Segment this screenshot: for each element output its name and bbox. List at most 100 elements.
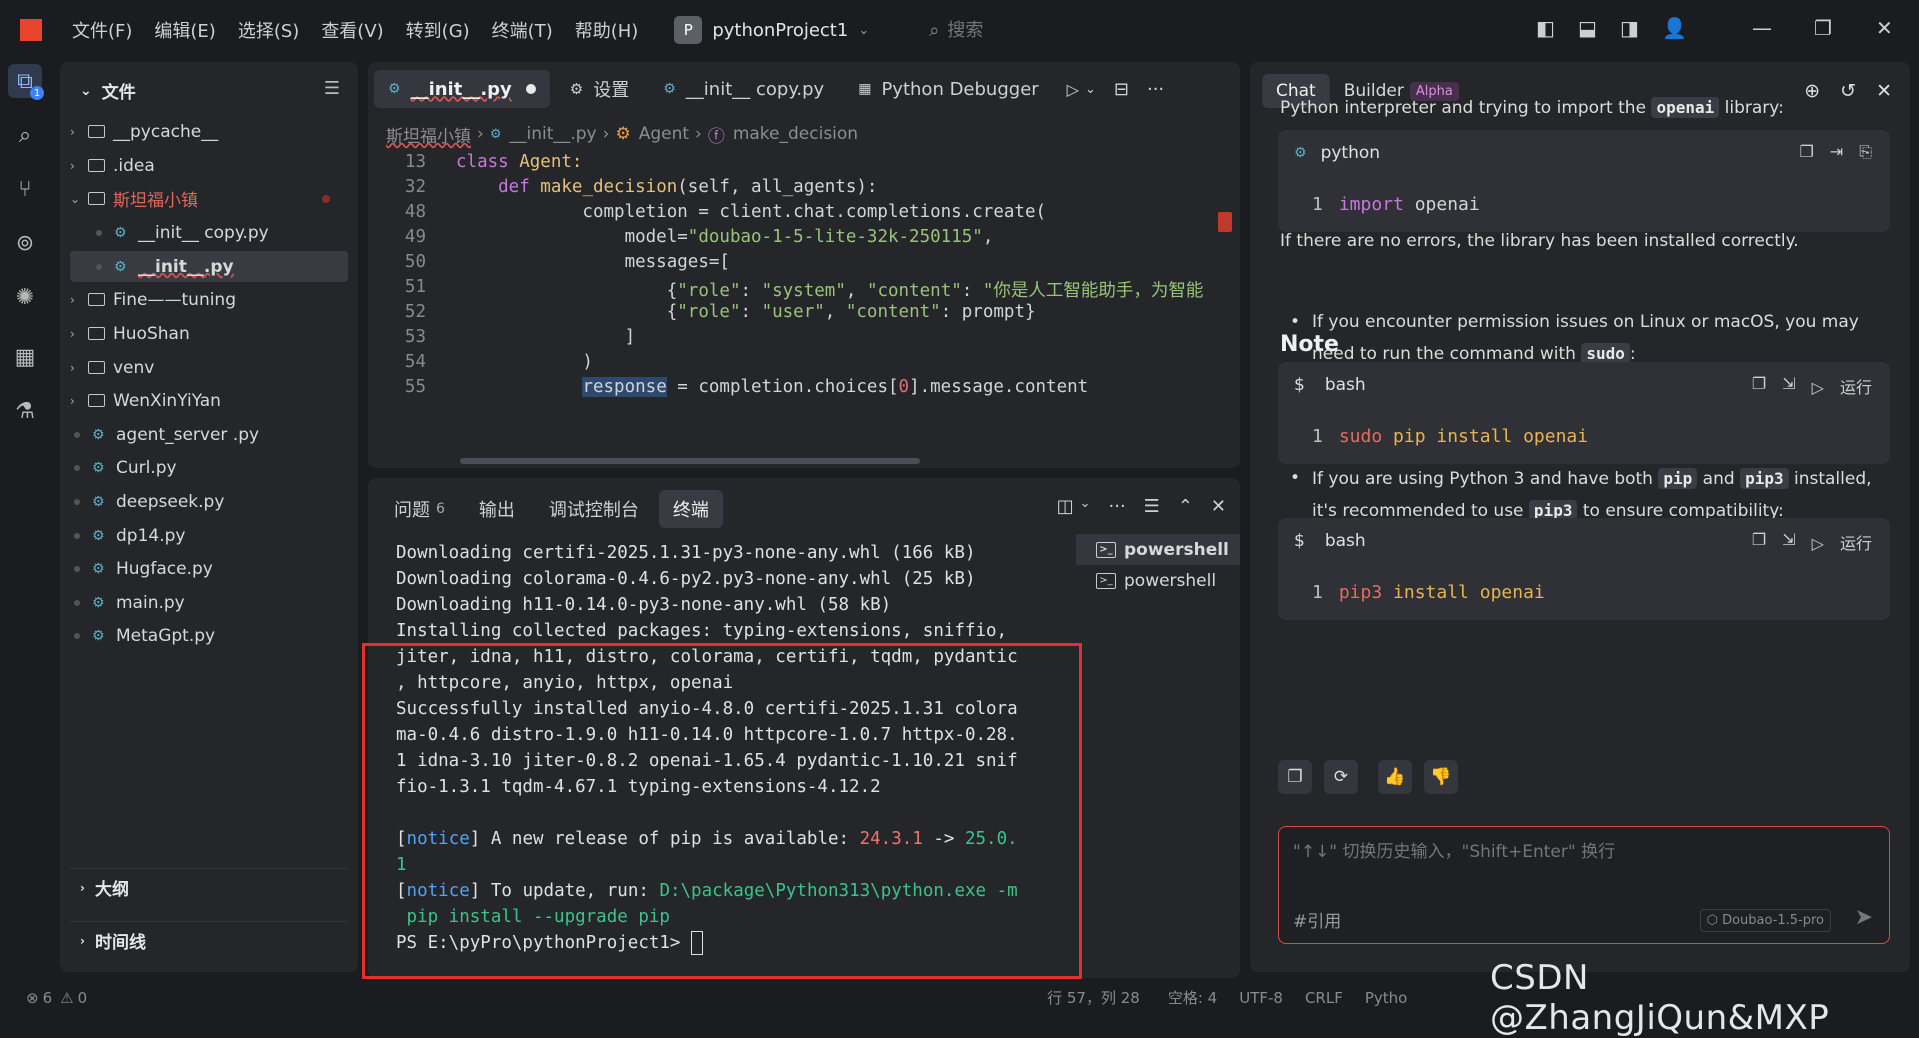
tree-folder-stanford-town[interactable]: ⌄ 斯坦福小镇 xyxy=(70,183,348,214)
thumbs-up-icon[interactable]: 👍 xyxy=(1378,760,1412,794)
breadcrumb-method[interactable]: make_decision xyxy=(733,124,858,144)
tab-python-debugger[interactable]: ▦ Python Debugger xyxy=(844,70,1052,108)
tab-problems[interactable]: 问题 6 xyxy=(380,490,459,528)
restore-icon[interactable]: ❐ xyxy=(1814,16,1832,40)
split-terminal-icon[interactable]: ◫ xyxy=(1057,496,1074,517)
settings-sliders-icon[interactable]: ☰ xyxy=(324,78,340,99)
breadcrumb-file[interactable]: __init__.py xyxy=(509,124,596,144)
search-icon[interactable]: ⌕ xyxy=(8,118,42,152)
run-button[interactable]: ▷ 运行 xyxy=(1812,530,1872,554)
close-panel-icon[interactable]: ✕ xyxy=(1211,496,1226,517)
explorer-header[interactable]: ⌄ 文件 xyxy=(80,78,136,104)
extensions-icon[interactable]: ▦ xyxy=(8,340,42,374)
cursor-position[interactable]: 行 57，列 28 xyxy=(1047,987,1140,1008)
run-icon[interactable]: ▷ xyxy=(1067,80,1079,99)
tab-settings[interactable]: ⚙ 设置 xyxy=(556,70,643,108)
line-ending[interactable]: CRLF xyxy=(1305,989,1343,1007)
insert-terminal-icon[interactable]: ⇲ xyxy=(1782,374,1795,398)
tab-output[interactable]: 输出 xyxy=(465,490,529,528)
menu-terminal[interactable]: 终端(T) xyxy=(492,17,553,43)
code-editor[interactable]: 13 class Agent: 32 def make_decision(self… xyxy=(368,152,1240,468)
tree-file-metagpt[interactable]: ⚙ MetaGpt.py xyxy=(70,620,348,651)
menu-file[interactable]: 文件(F) xyxy=(72,17,132,43)
split-editor-icon[interactable]: ⊟ xyxy=(1114,79,1129,100)
tab-terminal[interactable]: 终端 xyxy=(658,490,723,528)
tree-file-main[interactable]: ⚙ main.py xyxy=(70,587,348,618)
tree-folder-finetuning[interactable]: › Fine——tuning xyxy=(70,284,348,315)
toggle-panel-icon[interactable]: ⬓ xyxy=(1578,16,1597,40)
debug-icon[interactable]: ✺ xyxy=(8,280,42,314)
tree-file-init-copy[interactable]: ⚙ __init__ copy.py xyxy=(70,217,348,248)
tree-file-deepseek[interactable]: ⚙ deepseek.py xyxy=(70,486,348,517)
copy-icon[interactable]: ❐ xyxy=(1752,530,1766,554)
remote-icon[interactable]: ⊚ xyxy=(8,226,42,260)
code-token: def xyxy=(456,177,541,197)
regenerate-icon[interactable]: ⟳ xyxy=(1324,760,1358,794)
new-file-icon[interactable]: ⎘ xyxy=(1859,142,1872,162)
tree-folder-huoshan[interactable]: › HuoShan xyxy=(70,318,348,349)
menu-view[interactable]: 查看(V) xyxy=(321,17,383,43)
reference-button[interactable]: #引用 xyxy=(1293,907,1341,932)
tab-init-copy[interactable]: ⚙ __init__ copy.py xyxy=(649,70,838,108)
encoding[interactable]: UTF-8 xyxy=(1239,989,1283,1007)
tree-file-init[interactable]: ⚙ __init__.py xyxy=(70,251,348,282)
tree-folder-venv[interactable]: › venv xyxy=(70,352,348,383)
menu-select[interactable]: 选择(S) xyxy=(238,17,299,43)
tab-debug-console[interactable]: 调试控制台 xyxy=(535,490,653,528)
more-icon[interactable]: ··· xyxy=(1109,496,1126,517)
tree-file-hugface[interactable]: ⚙ Hugface.py xyxy=(70,553,348,584)
code-token: : xyxy=(961,281,983,301)
copy-message-icon[interactable]: ❐ xyxy=(1278,760,1312,794)
chevron-down-icon[interactable]: ⌄ xyxy=(1080,496,1091,517)
tree-folder-idea[interactable]: › .idea xyxy=(70,150,348,181)
insert-terminal-icon[interactable]: ⇲ xyxy=(1782,530,1795,554)
maximize-panel-icon[interactable]: ⌃ xyxy=(1178,496,1193,517)
outline-section[interactable]: › 大纲 xyxy=(70,868,348,906)
timeline-section[interactable]: › 时间线 xyxy=(70,921,348,959)
chevron-down-icon[interactable]: ⌄ xyxy=(1085,82,1096,97)
settings-sliders-icon[interactable]: ☰ xyxy=(1144,496,1160,517)
search-box[interactable]: ⌕ xyxy=(929,19,1068,41)
tab-init-py[interactable]: ⚙ __init__.py xyxy=(374,70,550,108)
code-token: sudo xyxy=(1338,425,1383,447)
chevron-right-icon: › xyxy=(70,292,75,307)
menu-help[interactable]: 帮助(H) xyxy=(575,17,639,43)
copy-icon[interactable]: ❐ xyxy=(1799,142,1813,162)
breadcrumb-folder[interactable]: 斯坦福小镇 xyxy=(386,122,471,147)
tree-file-curl[interactable]: ⚙ Curl.py xyxy=(70,452,348,483)
search-input[interactable] xyxy=(947,19,1068,41)
warning-icon[interactable]: ⚠ xyxy=(60,989,73,1007)
model-selector[interactable]: ⬡ Doubao-1.5-pro xyxy=(1699,909,1831,932)
indentation[interactable]: 空格: 4 xyxy=(1168,987,1217,1008)
project-switcher[interactable]: P pythonProject1 ⌄ xyxy=(674,16,869,44)
terminal-instance[interactable]: >_ powershell xyxy=(1076,534,1240,565)
toggle-sidebar-icon[interactable]: ◧ xyxy=(1536,16,1555,40)
chat-input[interactable] xyxy=(1293,837,1873,887)
more-icon[interactable]: ··· xyxy=(1147,79,1164,100)
tree-folder-wenxinyiyan[interactable]: › WenXinYiYan xyxy=(70,385,348,416)
close-window-icon[interactable]: ✕ xyxy=(1876,16,1893,40)
explorer-icon[interactable]: ⧉ 1 xyxy=(8,64,44,100)
testing-icon[interactable]: ⚗ xyxy=(8,394,42,428)
language-mode[interactable]: Pytho xyxy=(1365,989,1408,1007)
insert-icon[interactable]: ⇥ xyxy=(1830,142,1843,162)
account-icon[interactable]: 👤 xyxy=(1662,16,1687,40)
menu-edit[interactable]: 编辑(E) xyxy=(154,17,215,43)
source-control-icon[interactable]: ⑂ xyxy=(8,172,42,206)
toggle-secondary-sidebar-icon[interactable]: ◨ xyxy=(1620,16,1639,40)
tree-folder-pycache[interactable]: › __pycache__ xyxy=(70,116,348,147)
error-icon[interactable]: ⊗ xyxy=(26,989,39,1007)
terminal-instance[interactable]: >_ powershell xyxy=(1076,565,1240,596)
tree-file-agent-server[interactable]: ⚙ agent_server .py xyxy=(70,419,348,450)
copy-icon[interactable]: ❐ xyxy=(1752,374,1766,398)
code-token: { xyxy=(456,302,678,322)
send-icon[interactable]: ➤ xyxy=(1855,905,1873,930)
minimize-icon[interactable]: — xyxy=(1752,16,1772,40)
tree-file-dp14[interactable]: ⚙ dp14.py xyxy=(70,520,348,551)
breadcrumb-class[interactable]: Agent xyxy=(639,124,689,144)
horizontal-scrollbar[interactable] xyxy=(460,458,920,464)
run-button[interactable]: ▷ 运行 xyxy=(1812,374,1872,398)
menu-goto[interactable]: 转到(G) xyxy=(406,17,470,43)
terminal-instance-label: powershell xyxy=(1124,570,1217,591)
thumbs-down-icon[interactable]: 👎 xyxy=(1424,760,1458,794)
